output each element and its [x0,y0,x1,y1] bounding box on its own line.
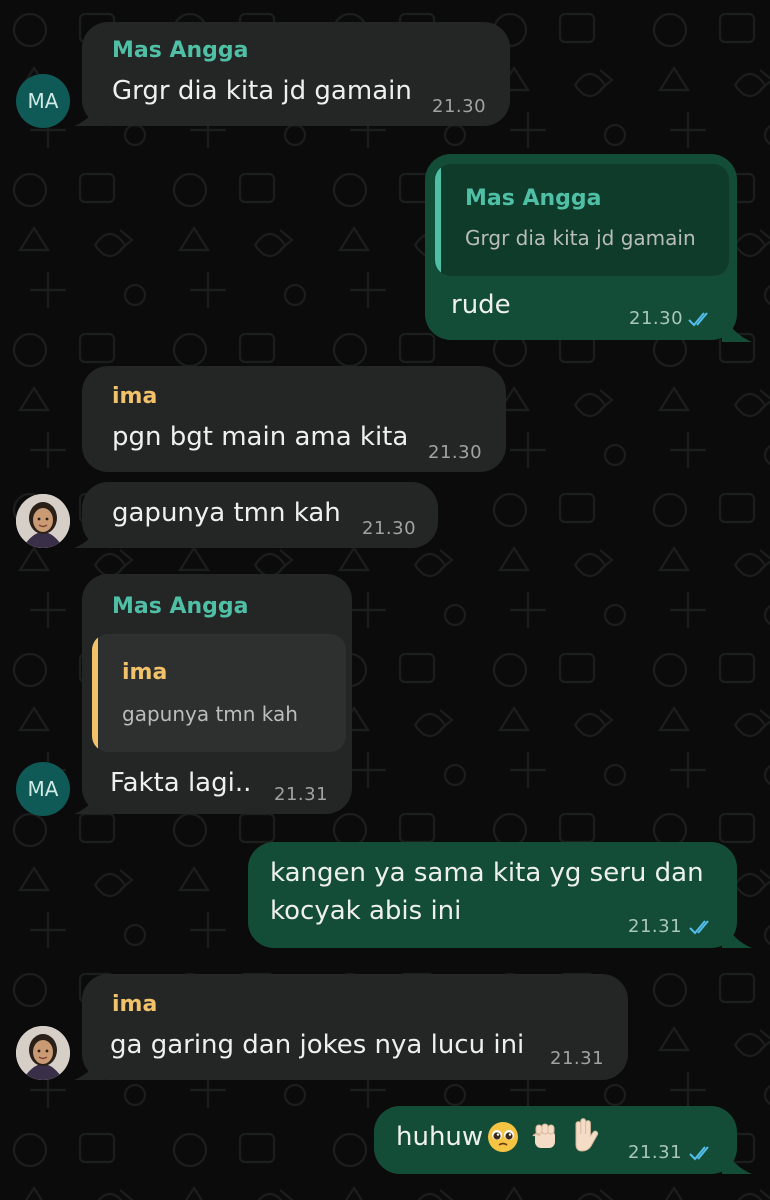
double-check-icon [688,312,708,327]
message-text-line-1: kangen ya sama kita yg seru dan [270,858,704,888]
message-text: gapunya tmn kah [112,498,341,528]
avatar[interactable]: MA [16,74,70,128]
message-bubble[interactable]: gapunya tmn kah 21.30 [82,482,438,548]
quote-bar [435,164,441,276]
message-time: 21.30 [629,308,684,329]
avatar[interactable] [16,494,70,548]
quoted-message[interactable]: Mas Angga Grgr dia kita jd gamain [435,164,729,276]
quote-text: Grgr dia kita jd gamain [465,226,696,250]
quote-text: gapunya tmn kah [122,702,298,726]
message-text: ga garing dan jokes nya lucu ini [110,1030,525,1060]
sender-name: Mas Angga [112,38,249,63]
person-photo-icon [16,494,70,548]
avatar-initials: MA [27,777,59,801]
double-check-icon [689,1146,709,1161]
message-time: 21.31 [628,1142,683,1163]
message-bubble[interactable]: ima pgn bgt main ama kita 21.30 [82,366,506,472]
avatar[interactable] [16,1026,70,1080]
quote-sender: ima [122,660,168,685]
pleading-face-emoji [488,1122,518,1152]
sender-name: ima [112,384,158,409]
message-text: pgn bgt main ama kita [112,422,409,452]
message-text-line-2: kocyak abis ini [270,896,462,926]
message-bubble[interactable]: Mas Angga Grgr dia kita jd gamain 21.30 [82,22,510,126]
message-time: 21.30 [432,96,487,117]
message-text: Fakta lagi.. [110,768,252,798]
message-time: 21.31 [550,1048,605,1069]
message-time: 21.31 [274,784,329,805]
message-text: rude [451,290,511,320]
raised-fist-emoji [532,1123,555,1148]
avatar[interactable]: MA [16,762,70,816]
message-bubble[interactable]: Mas Angga ima gapunya tmn kah Fakta lagi… [82,574,352,814]
message-bubble[interactable]: huhuw 21.31 [374,1106,737,1174]
message-bubble[interactable]: ima ga garing dan jokes nya lucu ini 21.… [82,974,628,1080]
message-time: 21.30 [362,518,417,539]
sender-name: Mas Angga [112,594,249,619]
message-time: 21.30 [428,442,483,463]
message-text: huhuw [396,1122,484,1152]
quote-bar [92,634,98,752]
message-bubble[interactable]: Mas Angga Grgr dia kita jd gamain rude 2… [425,154,737,340]
message-text: Grgr dia kita jd gamain [112,76,412,106]
double-check-icon [689,920,709,935]
message-time: 21.31 [628,916,683,937]
message-bubble[interactable]: kangen ya sama kita yg seru dan kocyak a… [248,842,737,948]
raised-hand-emoji [575,1118,599,1152]
avatar-initials: MA [27,89,59,113]
person-photo-icon [16,1026,70,1080]
sender-name: ima [112,992,158,1017]
quote-sender: Mas Angga [465,186,602,211]
quoted-message[interactable]: ima gapunya tmn kah [92,634,346,752]
